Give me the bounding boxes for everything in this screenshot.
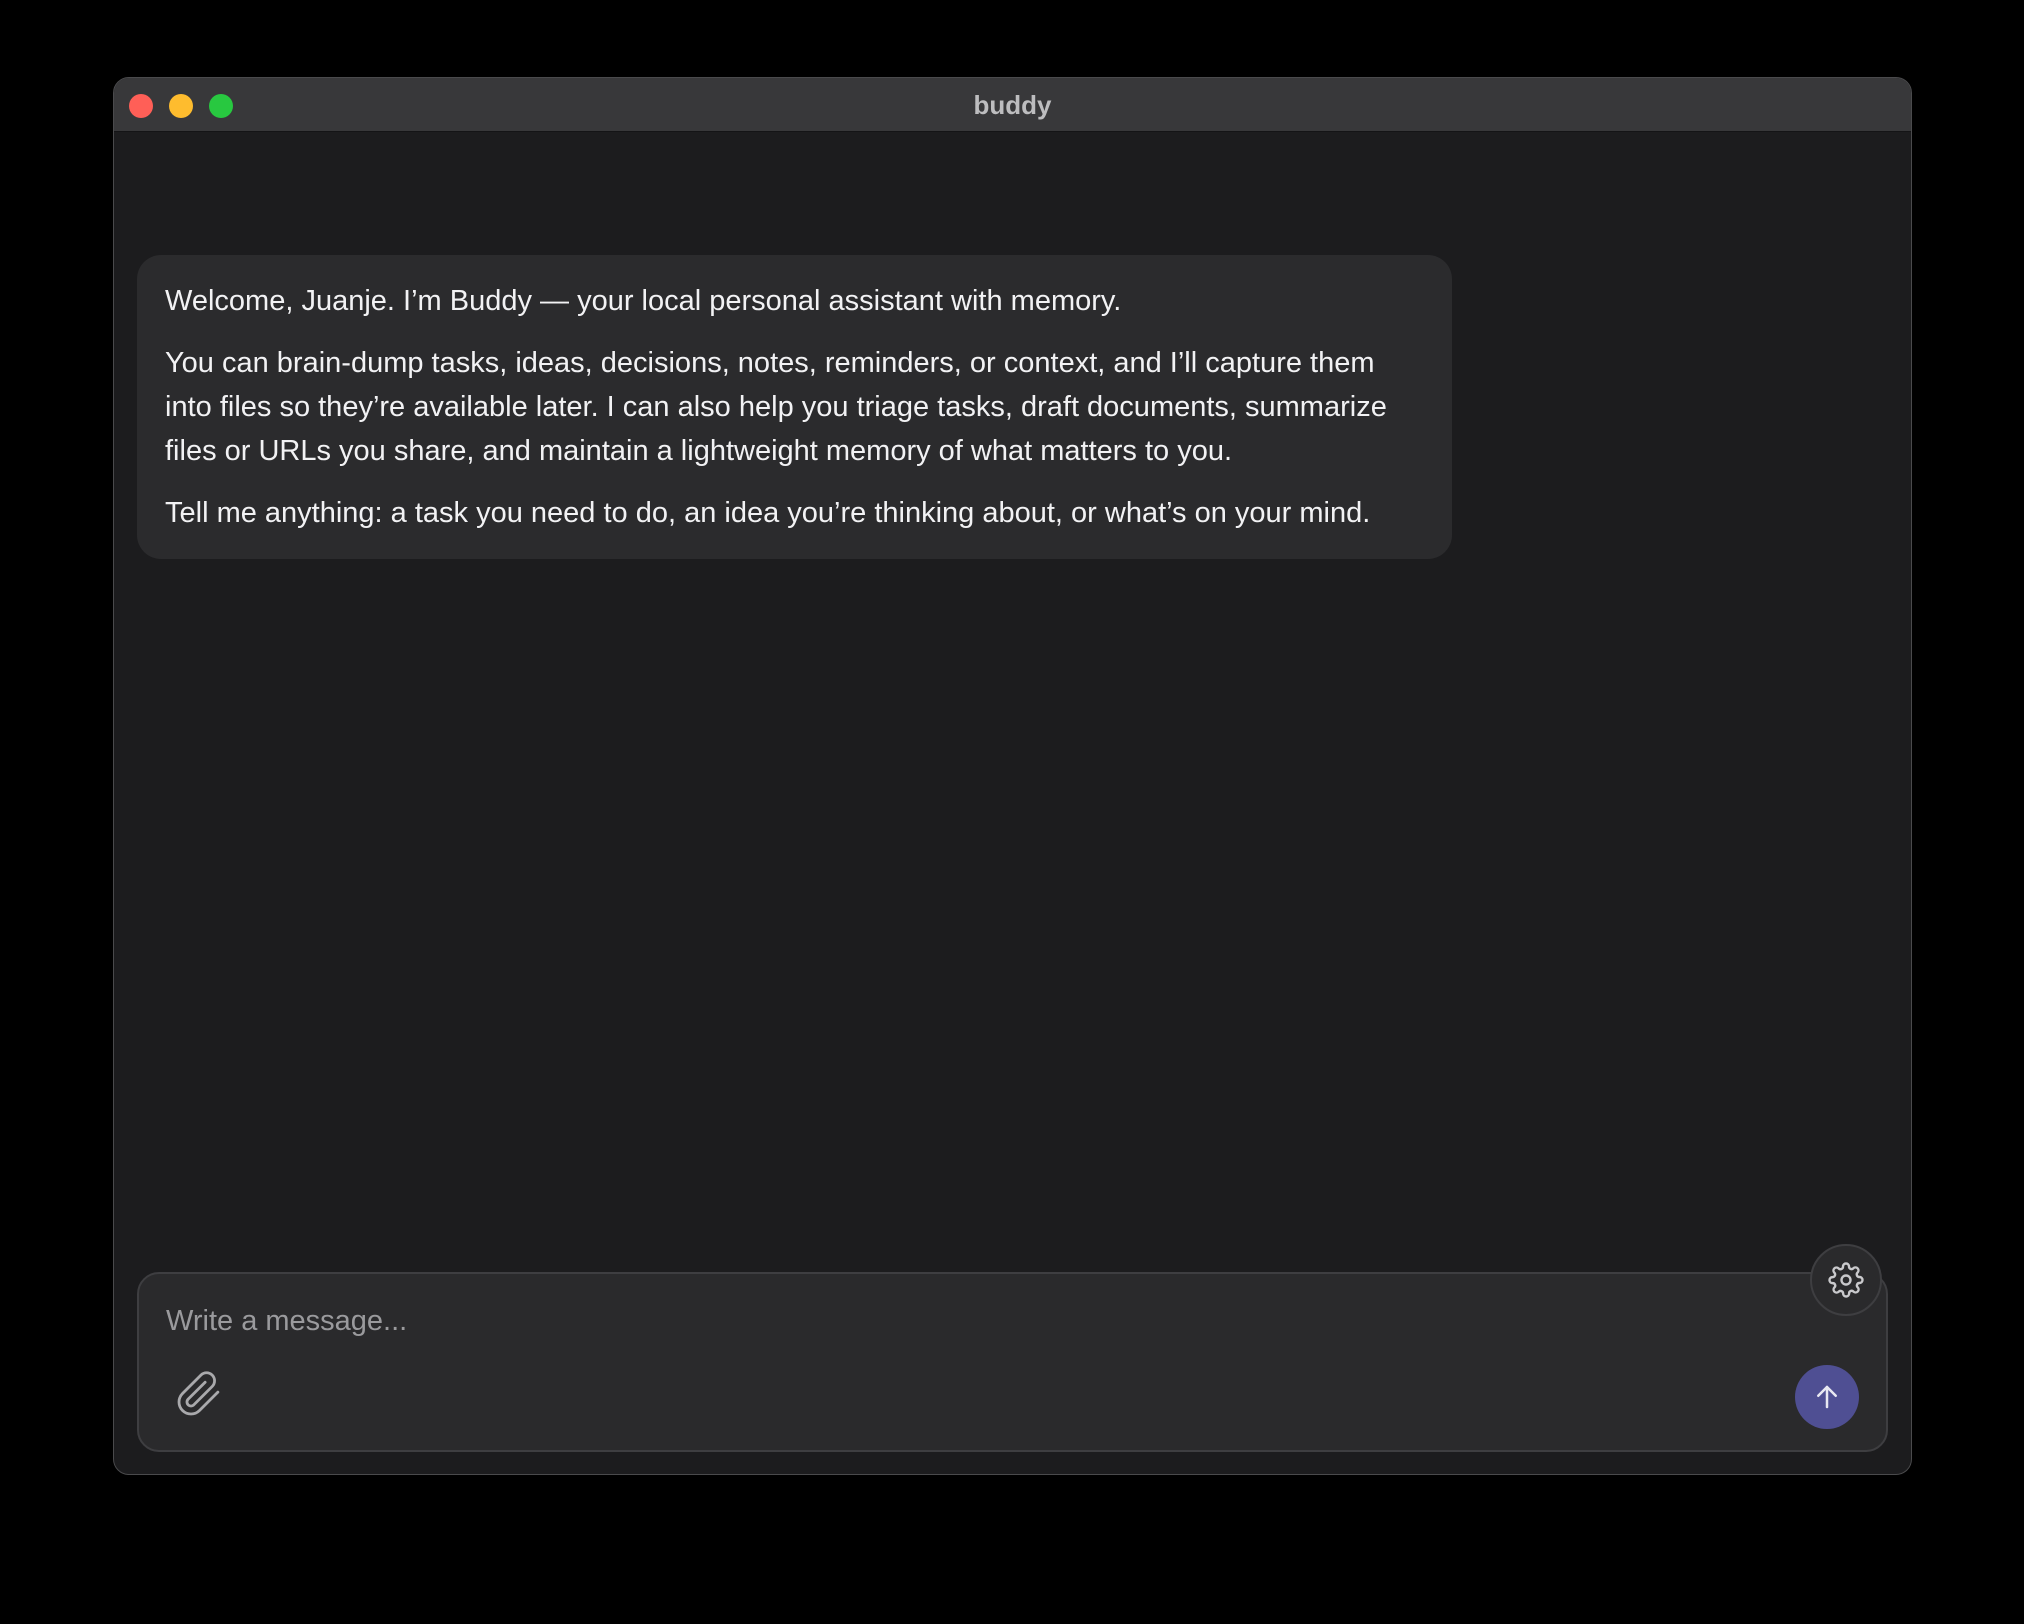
gear-icon	[1828, 1262, 1864, 1298]
assistant-message: Welcome, Juanje. I’m Buddy — your local …	[137, 255, 1452, 559]
app-window: buddy What can I help you with? Welcome,…	[113, 77, 1912, 1475]
send-button[interactable]	[1795, 1365, 1859, 1429]
settings-button[interactable]	[1810, 1244, 1882, 1316]
paperclip-icon	[177, 1371, 220, 1416]
message-paragraph: Welcome, Juanje. I’m Buddy — your local …	[165, 285, 1122, 317]
message-paragraph: Tell me anything: a task you need to do,…	[165, 497, 1371, 529]
arrow-up-icon	[1817, 1385, 1837, 1409]
message-paragraph: You can brain-dump tasks, ideas, decisio…	[165, 347, 1387, 467]
title-bar[interactable]: buddy	[114, 78, 1911, 132]
attach-button[interactable]	[175, 1370, 223, 1418]
window-title: buddy	[973, 90, 1052, 120]
message-composer	[137, 1272, 1888, 1452]
message-input[interactable]	[166, 1296, 1766, 1346]
